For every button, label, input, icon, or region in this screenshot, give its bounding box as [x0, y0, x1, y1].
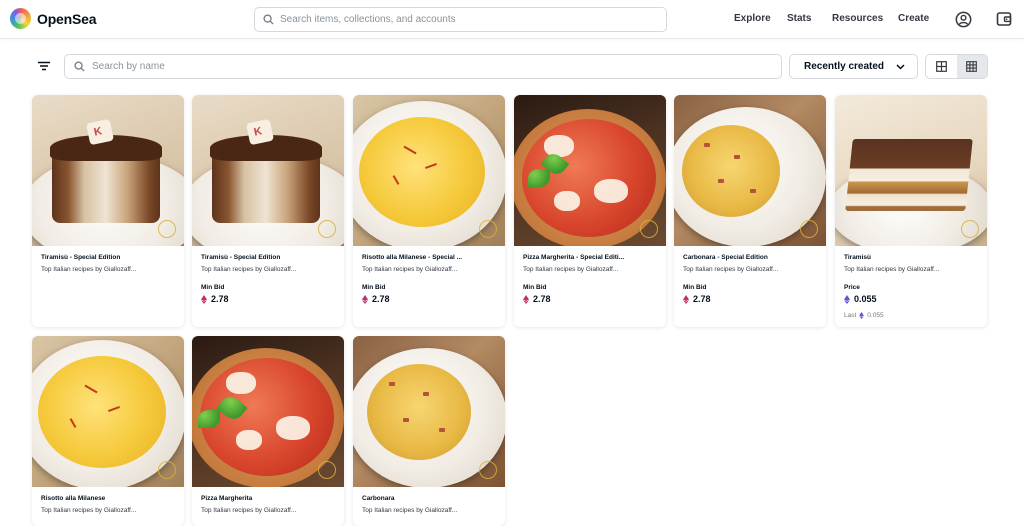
nft-price: 2.78	[683, 294, 817, 304]
nft-card[interactable]: Pizza Margherita Top Italian recipes by …	[192, 336, 344, 526]
nft-title[interactable]: Tiramisù - Special Edition	[41, 254, 175, 261]
nft-price: 2.78	[362, 294, 496, 304]
eth-icon	[859, 312, 865, 319]
opensea-logo-icon	[10, 8, 31, 29]
last-sale-value: 0.055	[867, 312, 884, 319]
nft-card[interactable]: K Tiramisù - Special Edition Top Italian…	[192, 95, 344, 327]
nft-collection[interactable]: Top Italian recipes by Giallozaff...	[362, 266, 496, 273]
nft-title[interactable]: Pizza Margherita	[201, 495, 335, 502]
nft-title[interactable]: Carbonara - Special Edition	[683, 254, 817, 261]
nft-image-risotto[interactable]	[32, 336, 184, 487]
nft-price-value: 2.78	[372, 294, 390, 304]
nft-title[interactable]: Risotto alla Milanese - Special ...	[362, 254, 496, 261]
global-search-input[interactable]	[280, 14, 660, 25]
filter-icon[interactable]	[37, 60, 51, 72]
nft-price: 2.78	[201, 294, 335, 304]
nft-image-carbonara[interactable]	[353, 336, 505, 487]
nft-collection[interactable]: Top Italian recipes by Giallozaff...	[41, 507, 175, 514]
nft-price-value: 0.055	[854, 294, 877, 304]
view-toggle	[925, 54, 988, 79]
search-by-name-input[interactable]	[92, 61, 742, 72]
nft-collection[interactable]: Top Italian recipes by Giallozaff...	[201, 266, 335, 273]
weth-icon	[362, 294, 368, 304]
large-grid-icon	[935, 61, 947, 72]
nft-card[interactable]: Pizza Margherita - Special Editi... Top …	[514, 95, 666, 327]
nft-collection[interactable]: Top Italian recipes by Giallozaff...	[362, 507, 496, 514]
nft-collection[interactable]: Top Italian recipes by Giallozaff...	[41, 266, 175, 273]
nav-resources-link[interactable]: Resources	[832, 13, 883, 24]
wallet-icon[interactable]	[996, 11, 1012, 27]
search-icon	[74, 61, 85, 72]
nft-price: 2.78	[523, 294, 657, 304]
nft-title[interactable]: Risotto alla Milanese	[41, 495, 175, 502]
last-sale: Last 0.055	[844, 312, 978, 319]
nft-card[interactable]: Risotto alla Milanese - Special ... Top …	[353, 95, 505, 327]
nft-collection[interactable]: Top Italian recipes by Giallozaff...	[683, 266, 817, 273]
sort-dropdown-label: Recently created	[804, 61, 885, 72]
weth-icon	[683, 294, 689, 304]
nav-stats-link[interactable]: Stats	[787, 13, 811, 24]
small-grid-view-button[interactable]	[956, 55, 987, 78]
nft-card[interactable]: Carbonara - Special Edition Top Italian …	[674, 95, 826, 327]
nav-explore-link[interactable]: Explore	[734, 13, 771, 24]
chevron-down-icon	[896, 63, 905, 70]
nft-card[interactable]: Risotto alla Milanese Top Italian recipe…	[32, 336, 184, 526]
nft-collection[interactable]: Top Italian recipes by Giallozaff...	[523, 266, 657, 273]
nft-image-pizza[interactable]	[192, 336, 344, 487]
weth-icon	[201, 294, 207, 304]
nft-collection[interactable]: Top Italian recipes by Giallozaff...	[844, 266, 978, 273]
last-sale-label: Last	[844, 312, 857, 319]
search-icon	[263, 14, 274, 25]
nft-price: 0.055	[844, 294, 978, 304]
price-label: Min Bid	[683, 284, 707, 291]
price-label: Price	[844, 284, 860, 291]
account-icon[interactable]	[955, 11, 972, 28]
nft-title[interactable]: Tiramisù	[844, 254, 978, 261]
nft-card[interactable]: Tiramisù Top Italian recipes by Gialloza…	[835, 95, 987, 327]
nft-card[interactable]: Carbonara Top Italian recipes by Gialloz…	[353, 336, 505, 526]
nft-collection[interactable]: Top Italian recipes by Giallozaff...	[201, 507, 335, 514]
nft-title[interactable]: Tiramisù - Special Edition	[201, 254, 335, 261]
nft-image-tiramisu[interactable]	[835, 95, 987, 246]
nft-image-risotto[interactable]	[353, 95, 505, 246]
weth-icon	[523, 294, 529, 304]
nft-title[interactable]: Pizza Margherita - Special Editi...	[523, 254, 657, 261]
top-navbar: OpenSea Explore Stats Resources Create	[0, 0, 1024, 39]
price-label: Min Bid	[523, 284, 547, 291]
nft-price-value: 2.78	[533, 294, 551, 304]
eth-icon	[844, 294, 850, 304]
nft-image-pizza[interactable]	[514, 95, 666, 246]
sort-dropdown[interactable]: Recently created	[789, 54, 918, 79]
nft-price-value: 2.78	[693, 294, 711, 304]
opensea-logo-link[interactable]: OpenSea	[10, 8, 96, 29]
nft-card[interactable]: K Tiramisù - Special Edition Top Italian…	[32, 95, 184, 327]
price-label: Min Bid	[201, 284, 225, 291]
large-grid-view-button[interactable]	[926, 55, 957, 78]
nav-create-link[interactable]: Create	[898, 13, 929, 24]
nft-title[interactable]: Carbonara	[362, 495, 496, 502]
global-search-box[interactable]	[254, 7, 667, 32]
nft-image-tiramisu[interactable]: K	[192, 95, 344, 246]
nft-price-value: 2.78	[211, 294, 229, 304]
brand-name: OpenSea	[37, 10, 97, 27]
nft-image-tiramisu[interactable]: K	[32, 95, 184, 246]
small-grid-icon	[966, 61, 978, 72]
nft-image-carbonara[interactable]	[674, 95, 826, 246]
price-label: Min Bid	[362, 284, 386, 291]
search-by-name-box[interactable]	[64, 54, 782, 79]
